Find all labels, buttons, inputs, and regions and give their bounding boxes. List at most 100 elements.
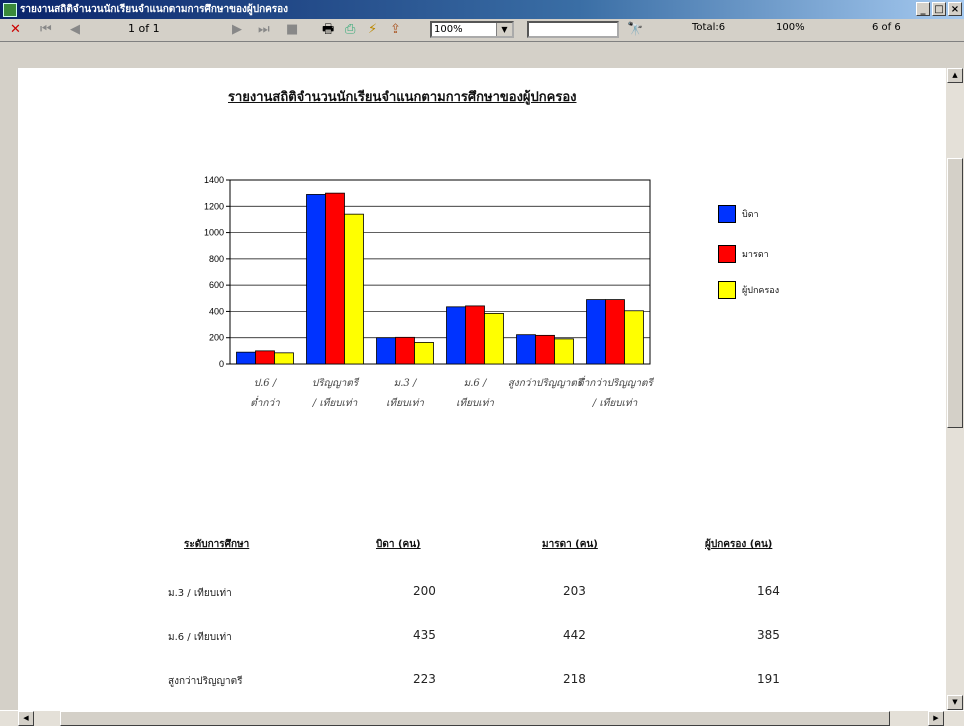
legend-swatch-guardian [718, 281, 736, 299]
y-tick-label: 200 [209, 333, 224, 343]
bar [325, 192, 345, 365]
x-tick-label: สูงกว่าปริญญาตรี [508, 377, 585, 389]
column-header-mother: มารดา (คน) [542, 539, 598, 550]
row-level: ม.3 / เทียบเท่า [168, 588, 232, 599]
row-level: สูงกว่าปริญญาตรี [168, 676, 243, 687]
x-tick-label: / เทียบเท่า [592, 397, 638, 409]
bar [586, 299, 606, 365]
x-tick-label: ต่ำกว่าปริญญาตรี [577, 375, 655, 389]
print-icon[interactable]: 🖶 [322, 22, 334, 38]
window-titlebar: รายงานสถิติจำนวนนักเรียนจำแนกตามการศึกษา… [0, 0, 964, 19]
y-tick-label: 1000 [204, 228, 224, 238]
stop-icon[interactable]: ■ [286, 22, 298, 38]
bar [624, 310, 644, 365]
record-count: 6 of 6 [872, 22, 901, 33]
legend-label: บิดา [742, 210, 759, 220]
scroll-right-icon[interactable]: ▶ [928, 711, 944, 726]
maximize-button[interactable]: □ [932, 2, 946, 16]
window-title: รายงานสถิติจำนวนนักเรียนจำแนกตามการศึกษา… [20, 4, 289, 15]
y-tick-label: 1400 [204, 175, 224, 185]
bar [414, 342, 434, 365]
row-guardian: 164 [757, 584, 780, 598]
row-father: 435 [413, 628, 436, 642]
x-tick-label: เทียบเท่า [456, 397, 494, 409]
x-tick-label: ปริญญาตรี [312, 377, 360, 389]
horizontal-scrollbar[interactable]: ◀ ▶ [0, 710, 964, 726]
y-tick-label: 800 [209, 254, 224, 264]
vertical-scrollbar[interactable]: ▲ ▼ [946, 68, 964, 710]
bar [236, 351, 256, 365]
search-input[interactable] [527, 21, 619, 38]
vertical-scroll-thumb[interactable] [947, 158, 963, 428]
x-tick-label: ต่ำกว่า [250, 395, 280, 409]
binoculars-icon[interactable]: 🔭 [627, 22, 643, 38]
row-guardian: 191 [757, 672, 780, 686]
row-father: 200 [413, 584, 436, 598]
zoom-select[interactable]: 100% ▼ [430, 21, 514, 38]
legend-swatch-father [718, 205, 736, 223]
legend-swatch-mother [718, 245, 736, 263]
report-toolbar: ✕ ⏮ ◀ 1 of 1 ▶ ⏭ ■ 🖶 ⎙ ⚡ ⇪ 100% ▼ 🔭 Tota… [0, 19, 964, 42]
bar [535, 334, 555, 365]
row-level: ม.6 / เทียบเท่า [168, 632, 232, 643]
horizontal-scroll-thumb[interactable] [60, 711, 890, 726]
row-mother: 442 [563, 628, 586, 642]
row-mother: 203 [563, 584, 586, 598]
x-tick-label: ป.6 / [254, 378, 278, 389]
last-page-icon[interactable]: ⏭ [258, 22, 270, 38]
percent-label: 100% [776, 22, 805, 33]
legend-label: ผู้ปกครอง [742, 286, 780, 296]
report-page: รายงานสถิติจำนวนนักเรียนจำแนกตามการศึกษา… [18, 68, 946, 710]
bar [344, 213, 364, 365]
x-tick-label: ม.3 / [394, 378, 418, 389]
bar [446, 306, 466, 365]
legend-label: มารดา [742, 250, 769, 260]
bar [484, 312, 504, 365]
y-tick-label: 1200 [204, 201, 224, 211]
x-tick-label: / เทียบเท่า [312, 397, 358, 409]
column-header-father: บิดา (คน) [376, 539, 421, 550]
y-tick-label: 0 [219, 359, 224, 369]
column-header-level: ระดับการศึกษา [184, 539, 250, 550]
first-page-icon[interactable]: ⏮ [40, 22, 52, 38]
bar [516, 334, 536, 365]
app-icon [3, 2, 17, 17]
print-setup-icon[interactable]: ⎙ [345, 22, 355, 38]
total-label: Total:6 [692, 22, 726, 33]
close-report-icon[interactable]: ✕ [10, 22, 21, 38]
scroll-down-icon[interactable]: ▼ [947, 695, 963, 710]
legend-item: มารดา [718, 244, 779, 264]
chart-legend: บิดา มารดา ผู้ปกครอง [718, 204, 779, 322]
x-tick-label: เทียบเท่า [386, 397, 424, 409]
row-guardian: 385 [757, 628, 780, 642]
row-father: 223 [413, 672, 436, 686]
zoom-value: 100% [434, 24, 463, 35]
y-tick-label: 400 [209, 306, 224, 316]
next-page-icon[interactable]: ▶ [232, 22, 242, 38]
y-tick-label: 600 [209, 280, 224, 290]
bar [255, 350, 275, 365]
bar [465, 305, 485, 365]
report-title: รายงานสถิติจำนวนนักเรียนจำแนกตามการศึกษา… [228, 90, 577, 105]
x-tick-label: ม.6 / [464, 378, 488, 389]
chevron-down-icon[interactable]: ▼ [496, 23, 512, 36]
scroll-left-icon[interactable]: ◀ [18, 711, 34, 726]
scroll-up-icon[interactable]: ▲ [947, 68, 963, 83]
bar [605, 299, 625, 365]
close-window-button[interactable]: × [948, 2, 962, 16]
bar [306, 194, 326, 365]
bar [274, 352, 294, 365]
left-margin [0, 68, 18, 710]
bar [395, 336, 415, 365]
row-mother: 218 [563, 672, 586, 686]
export-icon[interactable]: ⇪ [390, 22, 401, 38]
page-indicator: 1 of 1 [128, 22, 160, 35]
prev-page-icon[interactable]: ◀ [70, 22, 80, 38]
refresh-icon[interactable]: ⚡ [368, 22, 377, 38]
column-header-guardian: ผู้ปกครอง (คน) [705, 539, 773, 550]
minimize-button[interactable]: _ [916, 2, 930, 16]
bar [554, 338, 574, 365]
legend-item: บิดา [718, 204, 779, 224]
legend-item: ผู้ปกครอง [718, 280, 779, 300]
bar [376, 337, 396, 365]
